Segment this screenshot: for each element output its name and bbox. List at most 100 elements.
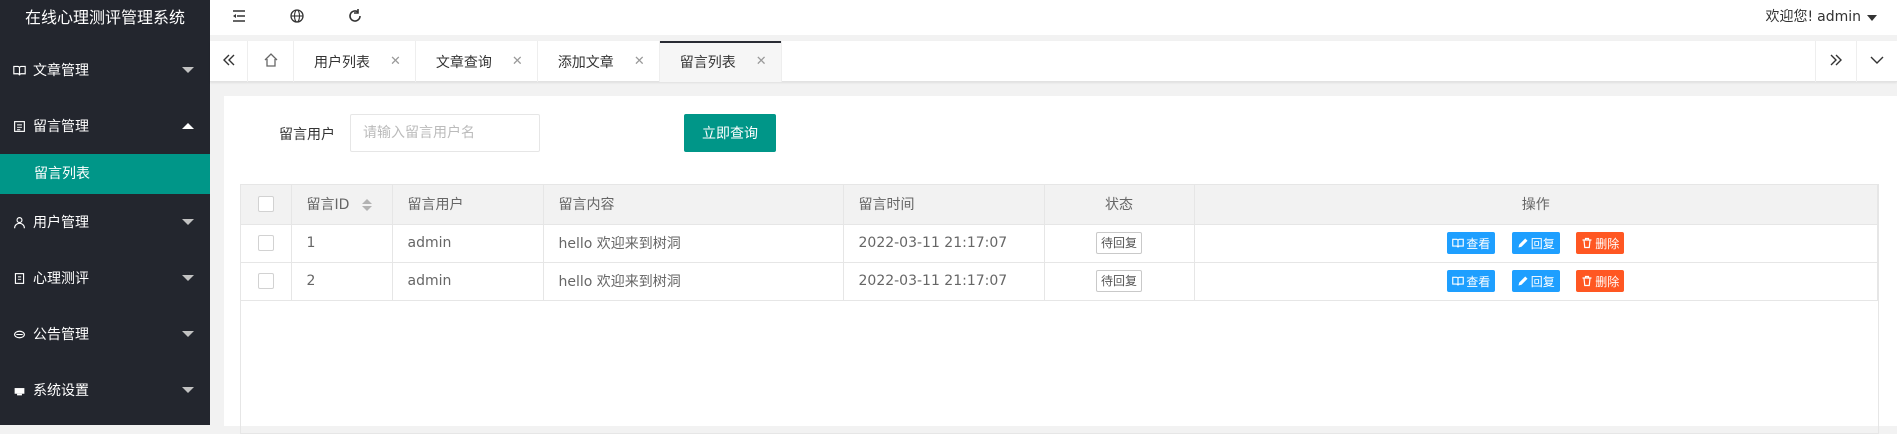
- double-chevron-left-icon: [221, 52, 237, 72]
- status-badge[interactable]: 待回复: [1095, 270, 1142, 292]
- globe-icon: [289, 8, 305, 28]
- welcome-text: 欢迎您!: [1765, 9, 1814, 25]
- column-header-content: 留言内容: [543, 185, 844, 225]
- search-label: 留言用户: [279, 127, 335, 143]
- tab-user-list[interactable]: 用户列表 ✕: [294, 41, 416, 82]
- sort-icon[interactable]: [361, 199, 372, 212]
- notice-icon: [11, 326, 27, 342]
- sidebar-item-article[interactable]: 文章管理: [0, 42, 210, 98]
- cell-time: 2022-03-11 21:17:07: [843, 262, 1045, 301]
- caret-down-icon: [1867, 14, 1877, 21]
- cell-content: hello 欢迎来到树洞: [543, 262, 844, 301]
- table-row: 2 admin hello 欢迎来到树洞 2022-03-11 21:17:07…: [241, 262, 1878, 301]
- column-header-status: 状态: [1044, 185, 1195, 225]
- chevron-down-icon: [182, 275, 194, 281]
- sidebar-item-label: 系统设置: [33, 383, 89, 399]
- sidebar-item-assessment[interactable]: 心理测评: [0, 250, 210, 306]
- tab-bar: 用户列表 ✕ 文章查询 ✕ 添加文章 ✕ 留言列表 ✕: [210, 41, 1897, 82]
- table-header-row: 留言ID 留言用户 留言内容 留言时间 状态 操作: [241, 185, 1878, 225]
- chevron-down-icon: [1869, 52, 1885, 72]
- user-menu[interactable]: 欢迎您! admin: [1765, 0, 1877, 35]
- delete-button[interactable]: 删除: [1576, 270, 1625, 292]
- trash-icon: [1582, 237, 1592, 249]
- sidebar-item-label: 公告管理: [33, 327, 89, 343]
- edit-icon: [1518, 238, 1528, 248]
- chevron-down-icon: [182, 219, 194, 225]
- tab-scroll-right-button[interactable]: [1815, 41, 1856, 82]
- sidebar-item-label: 留言管理: [33, 119, 89, 135]
- row-check-cell: [241, 262, 292, 301]
- cell-actions: 查看 回复 删除: [1194, 262, 1878, 301]
- select-all-checkbox[interactable]: [257, 196, 274, 213]
- tab-message-list[interactable]: 留言列表 ✕: [659, 41, 782, 82]
- sidebar-item-users[interactable]: 用户管理: [0, 194, 210, 250]
- column-header-user: 留言用户: [392, 185, 544, 225]
- refresh-button[interactable]: [326, 0, 384, 35]
- column-header-id[interactable]: 留言ID: [291, 185, 393, 225]
- close-icon[interactable]: ✕: [756, 54, 767, 69]
- tab-article-query[interactable]: 文章查询 ✕: [416, 41, 538, 82]
- book-icon: [1452, 238, 1465, 248]
- message-table: 留言ID 留言用户 留言内容 留言时间 状态 操作 1 admin hello …: [240, 184, 1879, 434]
- sidebar-item-notice[interactable]: 公告管理: [0, 306, 210, 362]
- home-icon: [263, 52, 279, 72]
- sidebar-item-label: 文章管理: [33, 63, 89, 79]
- tab-label: 用户列表: [314, 54, 370, 71]
- tab-add-article[interactable]: 添加文章 ✕: [538, 41, 660, 82]
- select-all-cell: [241, 185, 292, 225]
- tab-bar-right: [1815, 41, 1897, 82]
- edit-icon: [1518, 276, 1528, 286]
- view-button[interactable]: 查看: [1447, 232, 1496, 254]
- reply-button[interactable]: 回复: [1511, 232, 1560, 254]
- cell-user: admin: [392, 262, 544, 301]
- column-header-actions: 操作: [1194, 185, 1878, 225]
- cell-id: 2: [291, 262, 393, 301]
- sidebar-item-label: 用户管理: [33, 215, 89, 231]
- sidebar-item-label: 心理测评: [33, 271, 89, 287]
- chevron-down-icon: [182, 387, 194, 393]
- refresh-icon: [347, 8, 363, 28]
- top-header: 欢迎您! admin: [210, 0, 1897, 35]
- language-button[interactable]: [268, 0, 326, 35]
- close-icon[interactable]: ✕: [390, 54, 401, 69]
- sidebar-menu: 文章管理 留言管理 留言列表 用户管理 心理测评 公告管理 系统设置: [0, 42, 210, 418]
- status-badge[interactable]: 待回复: [1095, 232, 1142, 254]
- sidebar: 在线心理测评管理系统 文章管理 留言管理 留言列表 用户管理 心理测评 公告管理…: [0, 0, 210, 425]
- chevron-down-icon: [182, 331, 194, 337]
- username: admin: [1817, 9, 1861, 25]
- trash-icon: [1582, 275, 1592, 287]
- column-header-time: 留言时间: [843, 185, 1045, 225]
- cell-user: admin: [392, 224, 544, 263]
- tab-label: 文章查询: [435, 54, 492, 71]
- cell-time: 2022-03-11 21:17:07: [843, 224, 1045, 263]
- menu-toggle-icon: [231, 8, 247, 28]
- form-icon: [11, 270, 27, 286]
- tab-home[interactable]: [248, 41, 294, 82]
- cell-id: 1: [291, 224, 393, 263]
- cell-content: hello 欢迎来到树洞: [543, 224, 844, 263]
- close-icon[interactable]: ✕: [634, 54, 645, 69]
- close-icon[interactable]: ✕: [512, 54, 523, 69]
- chevron-down-icon: [182, 67, 194, 73]
- message-icon: [11, 118, 27, 134]
- sidebar-item-settings[interactable]: 系统设置: [0, 362, 210, 418]
- tab-label: 添加文章: [557, 54, 614, 71]
- reply-button[interactable]: 回复: [1511, 270, 1560, 292]
- view-button[interactable]: 查看: [1447, 270, 1496, 292]
- double-chevron-right-icon: [1828, 52, 1844, 72]
- sidebar-item-message[interactable]: 留言管理: [0, 98, 210, 154]
- book-icon: [1452, 276, 1465, 286]
- row-checkbox[interactable]: [257, 273, 274, 289]
- delete-button[interactable]: 删除: [1576, 232, 1625, 254]
- row-checkbox[interactable]: [257, 235, 274, 251]
- search-button[interactable]: 立即查询: [684, 114, 776, 152]
- tab-scroll-left-button[interactable]: [210, 41, 248, 82]
- sidebar-subitem-message-list[interactable]: 留言列表: [0, 154, 210, 194]
- tab-options-button[interactable]: [1856, 41, 1897, 82]
- menu-toggle-button[interactable]: [210, 0, 268, 35]
- book-icon: [11, 62, 27, 78]
- app-title: 在线心理测评管理系统: [24, 8, 185, 27]
- search-user-input[interactable]: [350, 114, 540, 152]
- cell-actions: 查看 回复 删除: [1194, 224, 1878, 263]
- user-icon: [11, 214, 27, 230]
